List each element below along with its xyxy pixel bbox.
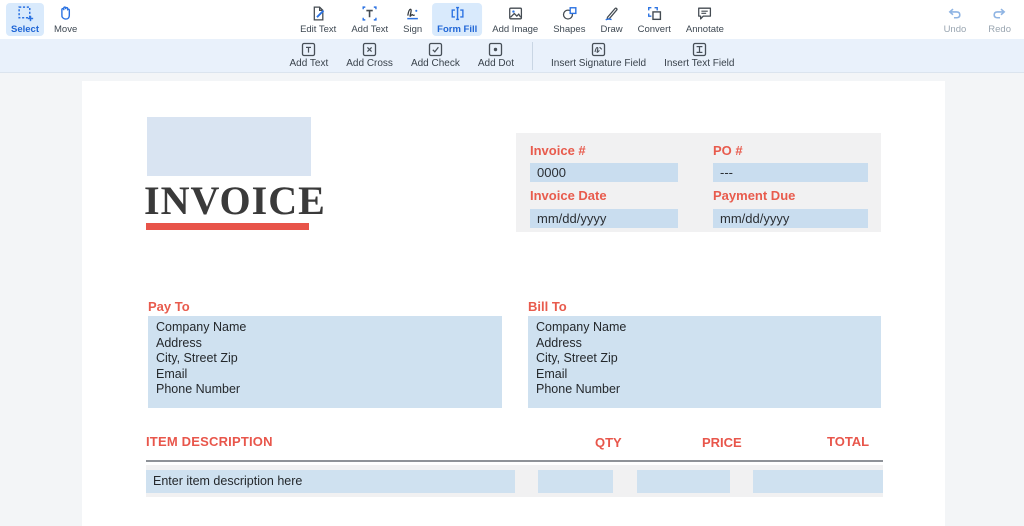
po-number-label: PO #: [713, 143, 743, 158]
invoice-meta-panel: Invoice # PO # 0000 --- Invoice Date Pay…: [516, 133, 881, 232]
hand-icon: [57, 5, 74, 22]
pay-to-city: City, Street Zip: [156, 351, 238, 365]
invoice-number-label: Invoice #: [530, 143, 586, 158]
invoice-date-label: Invoice Date: [530, 188, 607, 203]
insert-text-field-button[interactable]: Insert Text Field: [664, 42, 734, 69]
edit-text-button[interactable]: Edit Text: [295, 3, 341, 36]
bill-to-label: Bill To: [528, 299, 567, 314]
add-text-field-button[interactable]: Add Text: [290, 42, 328, 69]
add-dot-button[interactable]: Add Dot: [478, 42, 514, 69]
bill-to-address: Address: [536, 335, 582, 350]
item-table-row: Enter item description here: [146, 465, 883, 497]
logo-placeholder[interactable]: [147, 117, 311, 176]
text-field-icon: [692, 42, 707, 57]
boxed-t-icon: [301, 42, 316, 57]
pay-to-email: Email: [156, 366, 188, 381]
table-header-divider: [146, 460, 883, 462]
toolbar-center-group: Edit Text Add Text Sign Form Fill Add Im…: [295, 3, 729, 36]
redo-button[interactable]: Redo: [983, 3, 1016, 36]
item-total-field[interactable]: [753, 470, 883, 493]
move-button[interactable]: Move: [49, 3, 82, 36]
toolbar-left-group: Select Move: [6, 3, 82, 36]
select-icon: [17, 5, 34, 22]
invoice-number-field[interactable]: 0000: [530, 163, 678, 182]
add-text-icon: [361, 5, 378, 22]
pay-to-phone: Phone Number: [156, 382, 241, 396]
document-workspace: INVOICE Invoice # PO # 0000 --- Invoice …: [0, 74, 1024, 526]
annotate-icon: [696, 5, 713, 22]
qty-header: QTY: [595, 435, 622, 450]
select-label: Select: [11, 23, 39, 35]
undo-icon: [946, 5, 963, 22]
select-button[interactable]: Select: [6, 3, 44, 36]
pay-to-company: Company Name: [156, 320, 247, 334]
pay-to-address: Address: [156, 335, 202, 350]
po-number-field[interactable]: ---: [713, 163, 868, 182]
pay-to-field[interactable]: Company Name Address City, Street Zip Em…: [148, 316, 502, 408]
bill-to-email: Email: [536, 366, 568, 381]
pay-to-label: Pay To: [148, 299, 190, 314]
bill-to-phone: Phone Number: [536, 382, 621, 396]
add-text-button[interactable]: Add Text: [346, 3, 393, 36]
item-qty-field[interactable]: [538, 470, 613, 493]
bill-to-company: Company Name: [536, 320, 627, 334]
item-price-field[interactable]: [637, 470, 730, 493]
draw-icon: [603, 5, 620, 22]
signature-field-icon: [591, 42, 606, 57]
insert-signature-field-button[interactable]: Insert Signature Field: [551, 42, 646, 69]
form-fill-button[interactable]: Form Fill: [432, 3, 483, 36]
payment-due-label: Payment Due: [713, 188, 796, 203]
sign-icon: [404, 5, 421, 22]
boxed-check-icon: [428, 42, 443, 57]
payment-due-field[interactable]: mm/dd/yyyy: [713, 209, 868, 228]
convert-button[interactable]: Convert: [633, 3, 676, 36]
item-description-field[interactable]: Enter item description here: [146, 470, 515, 493]
toolbar-right-group: Undo Redo: [939, 3, 1016, 36]
convert-icon: [646, 5, 663, 22]
annotate-button[interactable]: Annotate: [681, 3, 729, 36]
sign-button[interactable]: Sign: [398, 3, 427, 36]
subtoolbar-divider: [532, 41, 533, 70]
item-description-header: ITEM DESCRIPTION: [146, 434, 273, 449]
form-fill-subtoolbar: Add Text Add Cross Add Check Add Dot Ins…: [0, 39, 1024, 73]
shapes-icon: [561, 5, 578, 22]
bill-to-city: City, Street Zip: [536, 351, 618, 365]
edit-text-icon: [310, 5, 327, 22]
add-image-button[interactable]: Add Image: [487, 3, 543, 36]
move-label: Move: [54, 23, 78, 35]
price-header: PRICE: [702, 435, 742, 450]
add-check-button[interactable]: Add Check: [411, 42, 460, 69]
boxed-cross-icon: [362, 42, 377, 57]
total-header: TOTAL: [827, 434, 870, 449]
invoice-title: INVOICE: [144, 178, 326, 223]
redo-icon: [991, 5, 1008, 22]
invoice-page: INVOICE Invoice # PO # 0000 --- Invoice …: [82, 81, 945, 526]
add-image-icon: [507, 5, 524, 22]
title-underline-bar: [146, 223, 309, 230]
undo-button[interactable]: Undo: [939, 3, 972, 36]
invoice-date-field[interactable]: mm/dd/yyyy: [530, 209, 678, 228]
form-fill-icon: [449, 5, 466, 22]
shapes-button[interactable]: Shapes: [548, 3, 590, 36]
draw-button[interactable]: Draw: [595, 3, 627, 36]
add-cross-button[interactable]: Add Cross: [346, 42, 393, 69]
bill-to-field[interactable]: Company Name Address City, Street Zip Em…: [528, 316, 881, 408]
main-toolbar: Select Move Edit Text Add Text Sign Form…: [0, 0, 1024, 39]
boxed-dot-icon: [488, 42, 503, 57]
